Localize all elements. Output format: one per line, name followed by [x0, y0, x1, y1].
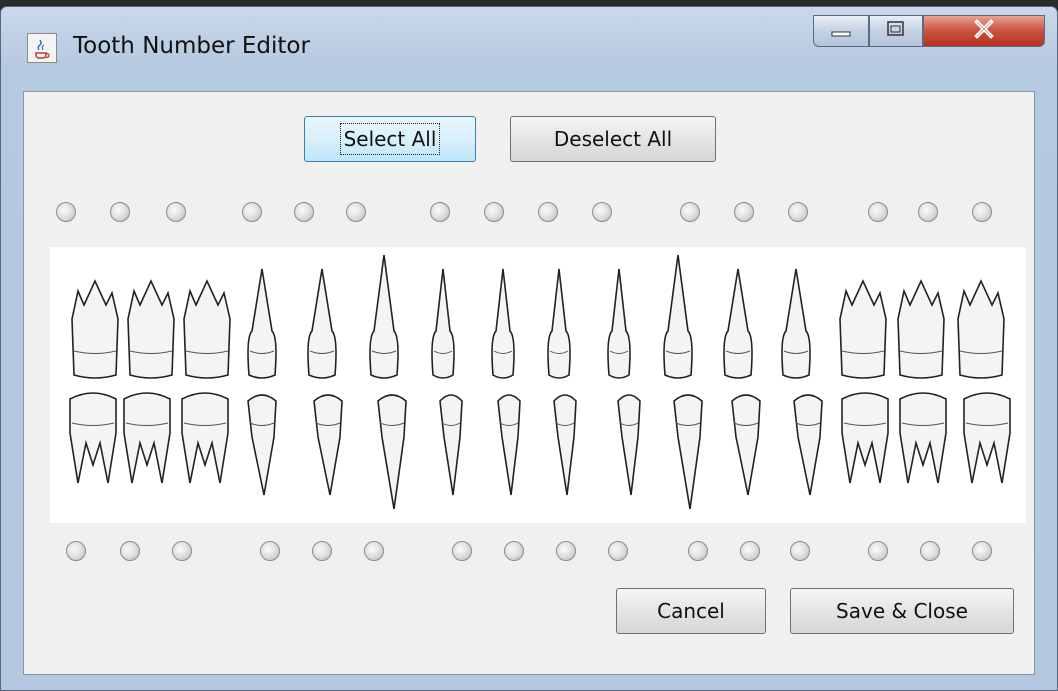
select-all-button[interactable]: Select All	[304, 116, 476, 162]
tooth-radio[interactable]	[110, 202, 130, 222]
tooth-radio[interactable]	[790, 541, 810, 561]
java-coffee-icon	[27, 33, 57, 63]
tooth-radio[interactable]	[788, 202, 808, 222]
lower-tooth	[731, 394, 761, 496]
cancel-button[interactable]: Cancel	[616, 588, 766, 634]
minimize-button[interactable]	[813, 15, 869, 47]
lower-tooth	[313, 394, 343, 496]
tooth-radio[interactable]	[56, 202, 76, 222]
lower-tooth	[617, 394, 641, 496]
lower-tooth	[497, 394, 521, 496]
tooth-radio[interactable]	[66, 541, 86, 561]
upper-tooth	[781, 268, 811, 379]
tooth-radio[interactable]	[972, 202, 992, 222]
lower-tooth	[439, 394, 463, 496]
tooth-radio[interactable]	[346, 202, 366, 222]
tooth-radio[interactable]	[556, 541, 576, 561]
deselect-all-button[interactable]: Deselect All	[510, 116, 716, 162]
lower-tooth	[963, 392, 1011, 484]
upper-tooth	[369, 254, 399, 379]
dialog-window: Tooth Number Editor Select All Deselect …	[0, 6, 1058, 691]
upper-tooth	[897, 279, 945, 379]
lower-tooth	[899, 392, 947, 484]
tooth-radio[interactable]	[166, 202, 186, 222]
tooth-radio[interactable]	[504, 541, 524, 561]
minimize-icon	[830, 22, 852, 41]
tooth-radio[interactable]	[484, 202, 504, 222]
teeth-illustration	[69, 254, 1011, 510]
upper-tooth	[957, 279, 1005, 379]
upper-tooth	[723, 268, 753, 379]
lower-tooth-selectors	[24, 541, 1034, 565]
maximize-icon	[886, 20, 906, 42]
tooth-radio[interactable]	[972, 541, 992, 561]
upper-tooth	[307, 268, 337, 379]
tooth-radio[interactable]	[734, 202, 754, 222]
tooth-radio[interactable]	[918, 202, 938, 222]
close-button[interactable]	[923, 15, 1045, 47]
tooth-radio[interactable]	[608, 541, 628, 561]
tooth-radio[interactable]	[868, 202, 888, 222]
tooth-radio[interactable]	[688, 541, 708, 561]
lower-tooth	[841, 392, 889, 484]
tooth-radio[interactable]	[430, 202, 450, 222]
tooth-radio[interactable]	[452, 541, 472, 561]
upper-tooth	[183, 279, 231, 379]
tooth-radio[interactable]	[242, 202, 262, 222]
lower-tooth	[181, 392, 229, 484]
lower-tooth	[553, 394, 577, 496]
upper-tooth	[71, 279, 119, 379]
lower-tooth	[377, 394, 407, 510]
tooth-radio[interactable]	[364, 541, 384, 561]
lower-tooth	[69, 392, 117, 484]
save-close-label: Save & Close	[836, 599, 968, 623]
upper-tooth	[491, 268, 515, 379]
tooth-radio[interactable]	[868, 541, 888, 561]
upper-tooth	[127, 279, 175, 379]
upper-tooth	[547, 268, 571, 379]
upper-tooth	[839, 279, 887, 379]
upper-tooth	[431, 268, 455, 379]
maximize-button[interactable]	[869, 15, 923, 47]
editor-panel: Select All Deselect All Cancel Save & Cl…	[23, 91, 1035, 675]
upper-tooth	[247, 268, 277, 379]
tooth-radio[interactable]	[680, 202, 700, 222]
deselect-all-label: Deselect All	[553, 127, 673, 151]
tooth-radio[interactable]	[312, 541, 332, 561]
tooth-radio[interactable]	[120, 541, 140, 561]
upper-tooth	[663, 254, 693, 379]
select-all-label: Select All	[339, 123, 441, 155]
tooth-radio[interactable]	[260, 541, 280, 561]
window-title: Tooth Number Editor	[73, 33, 310, 59]
lower-tooth	[247, 394, 277, 496]
lower-tooth	[123, 392, 171, 484]
upper-tooth-selectors	[24, 202, 1034, 226]
title-bar[interactable]: Tooth Number Editor	[1, 7, 1057, 79]
tooth-radio[interactable]	[172, 541, 192, 561]
cancel-label: Cancel	[657, 599, 725, 623]
upper-tooth	[607, 268, 631, 379]
dental-chart-image	[50, 247, 1026, 523]
tooth-radio[interactable]	[592, 202, 612, 222]
tooth-radio[interactable]	[920, 541, 940, 561]
lower-tooth	[673, 394, 703, 510]
tooth-radio[interactable]	[740, 541, 760, 561]
tooth-radio[interactable]	[538, 202, 558, 222]
close-icon	[972, 18, 996, 44]
lower-tooth	[793, 394, 823, 496]
save-close-button[interactable]: Save & Close	[790, 588, 1014, 634]
tooth-radio[interactable]	[294, 202, 314, 222]
